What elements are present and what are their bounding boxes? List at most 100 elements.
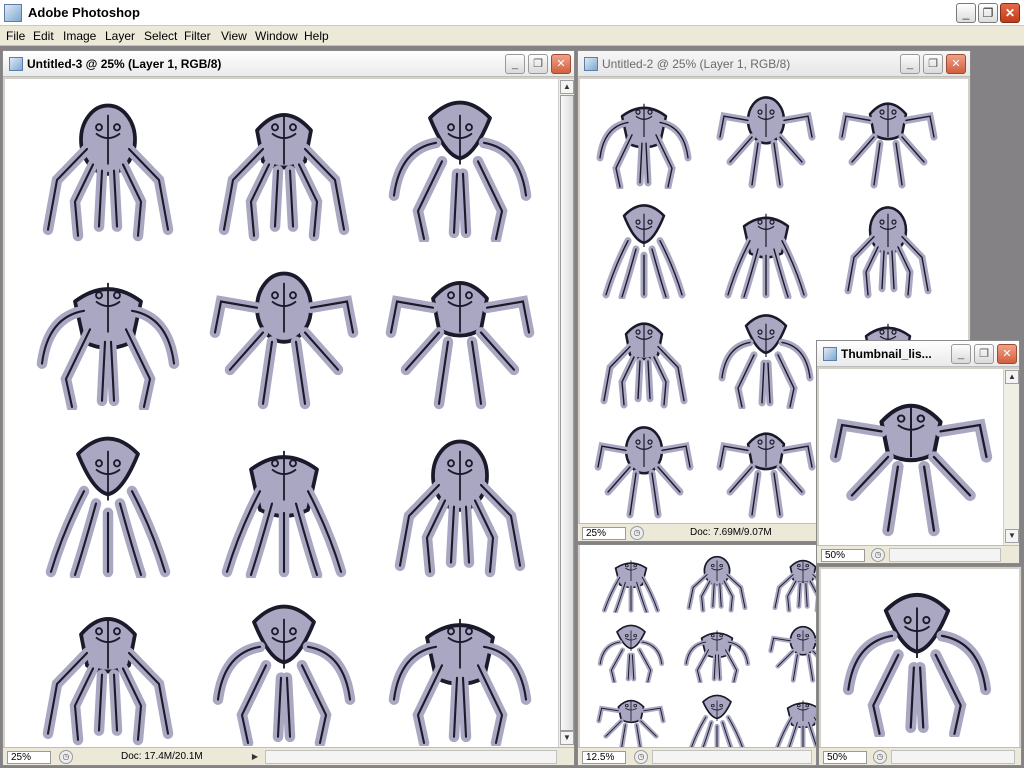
- creature-drawing: [385, 255, 535, 410]
- creature-drawing: [594, 415, 694, 519]
- document-minimize-button[interactable]: _: [900, 54, 920, 74]
- document-window-thumbnail-2: 50% ◷: [818, 566, 1022, 766]
- document-maximize-button[interactable]: ❐: [923, 54, 943, 74]
- creature-drawing: [838, 85, 938, 189]
- zoom-field[interactable]: 50%: [823, 751, 867, 764]
- canvas-untitled-3[interactable]: [5, 79, 558, 747]
- menu-window[interactable]: Window: [255, 29, 298, 43]
- horizontal-scrollbar[interactable]: [652, 750, 812, 764]
- scroll-down-arrow[interactable]: ▼: [1005, 529, 1019, 543]
- app-title: Adobe Photoshop: [28, 5, 140, 20]
- scroll-up-arrow[interactable]: ▲: [1005, 370, 1019, 384]
- creature-drawing: [829, 377, 993, 537]
- status-menu-icon[interactable]: ◷: [59, 750, 73, 764]
- creature-drawing: [682, 619, 752, 684]
- document-window-thumbnail: Thumbnail_lis... _ ❐ ✕ ▲ ▼ 50% ◷: [816, 340, 1020, 564]
- photoshop-icon: [4, 4, 22, 22]
- vertical-scrollbar[interactable]: ▲ ▼: [558, 79, 574, 747]
- creature-drawing: [682, 549, 752, 613]
- creature-drawing: [33, 423, 183, 581]
- status-bar: 50% ◷: [819, 747, 1021, 765]
- canvas-12-5[interactable]: [580, 545, 816, 747]
- document-maximize-button[interactable]: ❐: [528, 54, 548, 74]
- status-bar: 12.5% ◷: [578, 747, 816, 765]
- creature-drawing: [594, 195, 694, 301]
- creature-drawing: [33, 87, 183, 242]
- document-minimize-button[interactable]: _: [505, 54, 525, 74]
- creature-drawing: [596, 619, 666, 684]
- horizontal-scrollbar[interactable]: [891, 750, 1015, 764]
- creature-drawing: [768, 689, 816, 747]
- status-menu-icon[interactable]: ◷: [634, 750, 648, 764]
- creature-drawing: [209, 591, 359, 747]
- menu-select[interactable]: Select: [144, 29, 177, 43]
- document-title: Untitled-2 @ 25% (Layer 1, RGB/8): [602, 57, 791, 71]
- document-titlebar[interactable]: Untitled-3 @ 25% (Layer 1, RGB/8) _ ❐ ✕: [3, 51, 574, 77]
- menu-view[interactable]: View: [221, 29, 247, 43]
- scroll-down-arrow[interactable]: ▼: [560, 731, 574, 745]
- creature-drawing: [716, 305, 816, 411]
- menu-layer[interactable]: Layer: [105, 29, 135, 43]
- document-maximize-button[interactable]: ❐: [974, 344, 994, 364]
- minimize-button[interactable]: _: [956, 3, 976, 23]
- menu-edit[interactable]: Edit: [33, 29, 54, 43]
- scroll-up-arrow[interactable]: ▲: [560, 80, 574, 94]
- photoshop-app: Adobe Photoshop _ ❐ ✕ File Edit Image La…: [0, 0, 1024, 768]
- creature-drawing: [596, 549, 666, 614]
- menu-file[interactable]: File: [6, 29, 25, 43]
- status-bar: 50% ◷: [817, 545, 1019, 563]
- canvas-thumbnail[interactable]: [819, 369, 1003, 545]
- document-icon: [823, 347, 837, 361]
- vertical-scrollbar[interactable]: ▲ ▼: [1003, 369, 1019, 545]
- menu-bar: File Edit Image Layer Select Filter View…: [0, 26, 1024, 46]
- canvas-thumbnail-2[interactable]: [821, 569, 1019, 747]
- status-menu-icon[interactable]: ◷: [871, 548, 885, 562]
- menu-filter[interactable]: Filter: [184, 29, 211, 43]
- document-icon: [584, 57, 598, 71]
- horizontal-scrollbar[interactable]: [265, 750, 557, 764]
- document-icon: [9, 57, 23, 71]
- creature-drawing: [594, 85, 694, 191]
- creature-drawing: [33, 255, 183, 413]
- creature-drawing: [768, 619, 816, 683]
- zoom-field[interactable]: 25%: [582, 527, 626, 540]
- creature-drawing: [594, 305, 694, 409]
- app-titlebar: Adobe Photoshop _ ❐ ✕: [0, 0, 1024, 26]
- creature-drawing: [596, 689, 666, 747]
- creature-drawing: [838, 195, 938, 299]
- doc-size-info: Doc: 7.69M/9.07M: [690, 527, 772, 538]
- status-arrow-icon[interactable]: ▶: [248, 750, 262, 764]
- horizontal-scrollbar[interactable]: [889, 548, 1001, 562]
- zoom-field[interactable]: 50%: [821, 549, 865, 562]
- document-title: Thumbnail_lis...: [841, 347, 932, 361]
- creature-drawing: [716, 195, 816, 301]
- status-menu-icon[interactable]: ◷: [630, 526, 644, 540]
- menu-help[interactable]: Help: [304, 29, 329, 43]
- document-titlebar[interactable]: Thumbnail_lis... _ ❐ ✕: [817, 341, 1019, 367]
- creature-drawing: [209, 87, 359, 242]
- status-menu-icon[interactable]: ◷: [873, 750, 887, 764]
- creature-drawing: [716, 415, 816, 519]
- document-titlebar[interactable]: Untitled-2 @ 25% (Layer 1, RGB/8) _ ❐ ✕: [578, 51, 970, 77]
- doc-size-info: Doc: 17.4M/20.1M: [121, 751, 203, 762]
- document-window-untitled-3: Untitled-3 @ 25% (Layer 1, RGB/8) _ ❐ ✕ …: [2, 50, 575, 766]
- creature-drawing: [209, 423, 359, 581]
- document-close-button[interactable]: ✕: [946, 54, 966, 74]
- menu-image[interactable]: Image: [63, 29, 96, 43]
- document-close-button[interactable]: ✕: [997, 344, 1017, 364]
- zoom-field[interactable]: 12.5%: [582, 751, 626, 764]
- creature-drawing: [385, 591, 535, 747]
- zoom-field[interactable]: 25%: [7, 751, 51, 764]
- creature-drawing: [682, 689, 752, 747]
- scroll-thumb[interactable]: [560, 95, 574, 731]
- document-close-button[interactable]: ✕: [551, 54, 571, 74]
- restore-button[interactable]: ❐: [978, 3, 998, 23]
- creature-drawing: [209, 255, 359, 410]
- document-minimize-button[interactable]: _: [951, 344, 971, 364]
- creature-drawing: [385, 423, 535, 578]
- creature-drawing: [839, 579, 995, 740]
- creature-drawing: [385, 87, 535, 245]
- close-button[interactable]: ✕: [1000, 3, 1020, 23]
- document-title: Untitled-3 @ 25% (Layer 1, RGB/8): [27, 57, 222, 71]
- creature-drawing: [768, 549, 816, 613]
